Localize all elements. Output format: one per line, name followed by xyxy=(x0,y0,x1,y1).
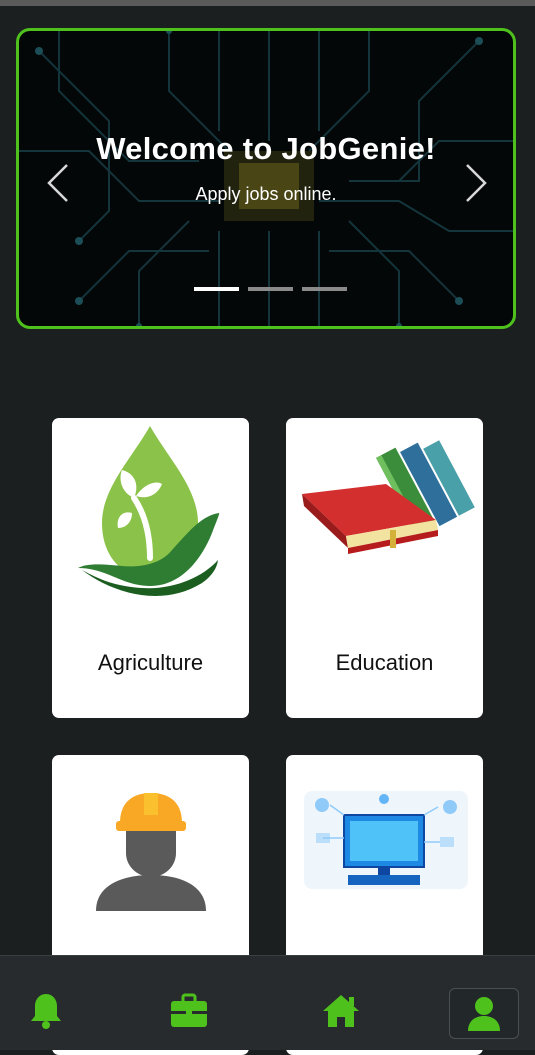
category-label: Education xyxy=(335,650,434,675)
nav-profile-button[interactable] xyxy=(449,988,519,1039)
indicator-2[interactable] xyxy=(248,287,293,291)
plant-hand-icon xyxy=(78,426,220,596)
indicator-3[interactable] xyxy=(302,287,347,291)
chevron-right-icon xyxy=(466,164,487,202)
category-label: Agriculture xyxy=(97,650,204,675)
circuit-background-image xyxy=(19,31,513,326)
user-profile-icon xyxy=(468,996,500,1031)
previous-slide-button[interactable] xyxy=(43,161,73,205)
briefcase-icon xyxy=(171,993,207,1027)
nav-jobs-button[interactable] xyxy=(164,986,214,1036)
category-card-agriculture[interactable]: Agriculture xyxy=(52,418,249,718)
bottom-navigation xyxy=(0,955,535,1050)
welcome-carousel[interactable]: Welcome to JobGenie! Apply jobs online. xyxy=(16,28,516,329)
books-icon xyxy=(302,440,475,554)
nav-home-button[interactable] xyxy=(316,986,366,1036)
chevron-left-icon xyxy=(47,164,68,202)
carousel-subtitle: Apply jobs online. xyxy=(195,184,337,204)
bell-icon xyxy=(31,994,61,1029)
indicator-1[interactable] xyxy=(194,287,239,291)
construction-worker-icon xyxy=(96,793,206,911)
home-icon xyxy=(323,995,359,1027)
category-card-education[interactable]: Education xyxy=(286,418,483,718)
carousel-indicators xyxy=(194,287,347,291)
next-slide-button[interactable] xyxy=(461,161,491,205)
technology-computer-icon xyxy=(304,791,468,889)
nav-notifications-button[interactable] xyxy=(21,986,71,1036)
carousel-title: Welcome to JobGenie! xyxy=(96,131,436,166)
status-strip xyxy=(0,0,535,6)
